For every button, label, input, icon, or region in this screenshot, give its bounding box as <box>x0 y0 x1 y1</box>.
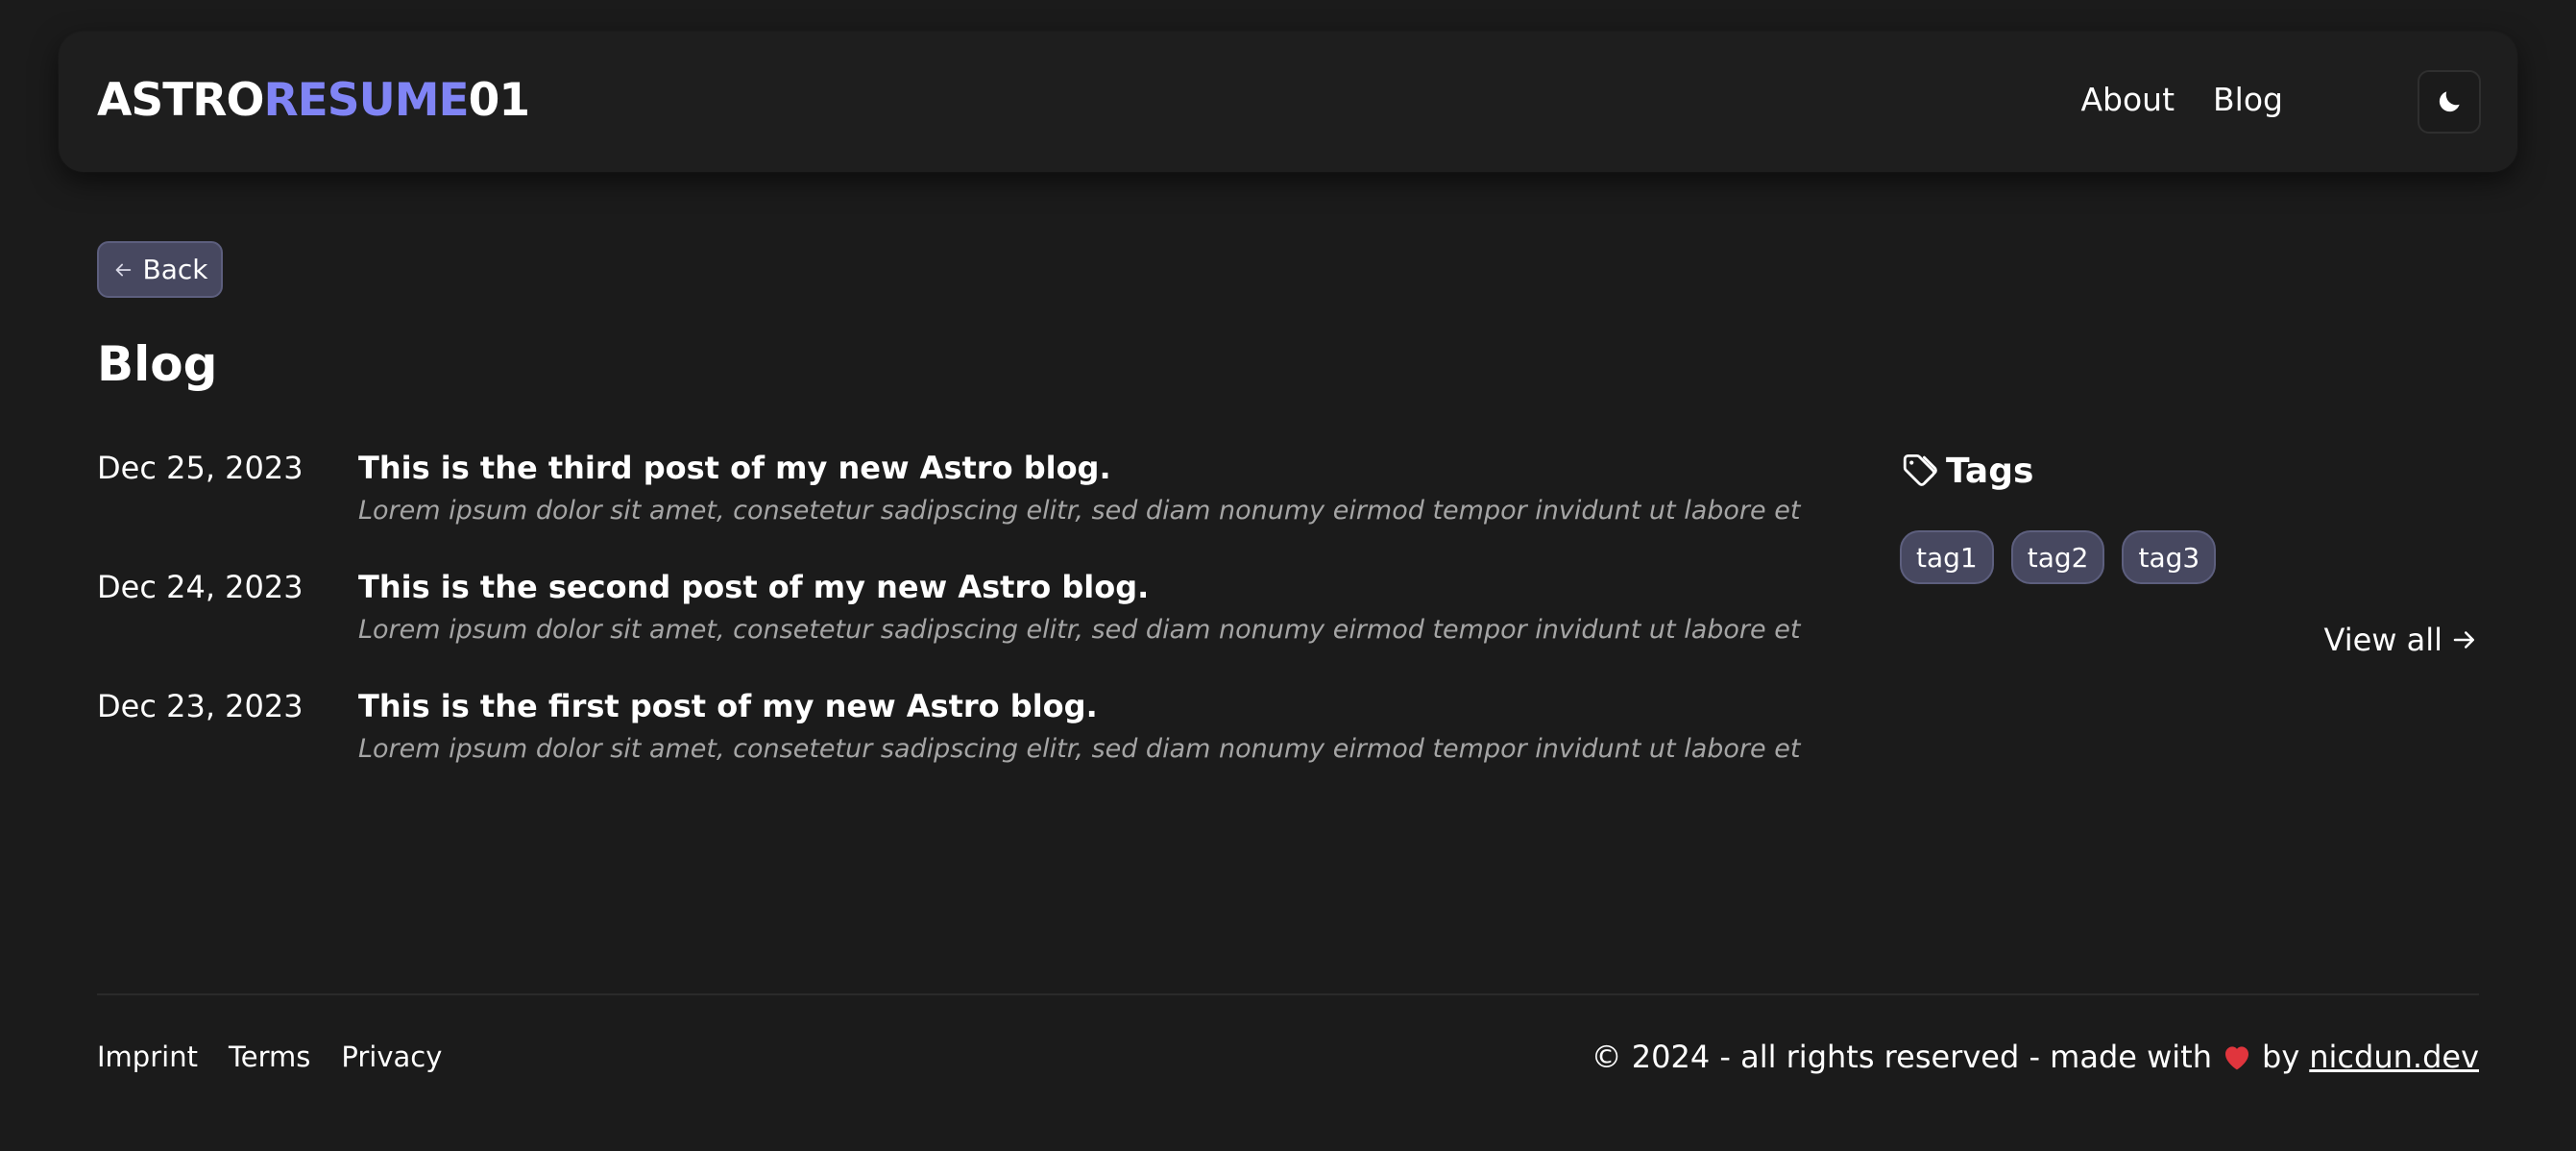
post-title[interactable]: This is the second post of my new Astro … <box>358 569 1149 605</box>
author-link[interactable]: nicdun.dev <box>2309 1041 2479 1072</box>
theme-toggle-button[interactable] <box>2418 70 2481 134</box>
logo-part-resume: RESUME <box>263 74 469 127</box>
post-item[interactable]: Dec 25, 2023 This is the third post of m… <box>97 450 1800 555</box>
tags-heading: Tags <box>1900 452 2033 492</box>
footer-links: Imprint Terms Privacy <box>97 1043 442 1071</box>
footer-privacy-link[interactable]: Privacy <box>341 1043 442 1071</box>
footer-terms-link[interactable]: Terms <box>229 1043 310 1071</box>
view-all-tags-link[interactable]: View all <box>2324 624 2480 655</box>
copyright-text: © 2024 - all rights reserved - made with <box>1591 1039 2212 1075</box>
tag-chip[interactable]: tag3 <box>2122 530 2217 584</box>
post-date: Dec 23, 2023 <box>97 688 304 724</box>
arrow-right-icon <box>2453 631 2474 649</box>
post-item[interactable]: Dec 23, 2023 This is the first post of m… <box>97 688 1800 794</box>
logo-part-number: 01 <box>468 74 530 127</box>
main-nav: About Blog <box>2080 84 2283 115</box>
back-button-label: Back <box>142 254 208 285</box>
footer-imprint-link[interactable]: Imprint <box>97 1043 198 1071</box>
logo-part-astro: ASTRO <box>97 74 264 127</box>
post-title[interactable]: This is the third post of my new Astro b… <box>358 450 1111 486</box>
view-all-label: View all <box>2323 622 2443 658</box>
post-title[interactable]: This is the first post of my new Astro b… <box>358 688 1098 724</box>
tag-list: tag1 tag2 tag3 <box>1900 530 2217 584</box>
tag-chip[interactable]: tag2 <box>2010 530 2105 584</box>
post-date: Dec 25, 2023 <box>97 450 304 486</box>
tags-heading-label: Tags <box>1946 452 2034 491</box>
page: ASTRORESUME01 About Blog Back Blog Dec 2… <box>0 0 2576 1151</box>
nav-blog-link[interactable]: Blog <box>2213 84 2283 115</box>
post-date: Dec 24, 2023 <box>97 569 304 605</box>
post-excerpt: Lorem ipsum dolor sit amet, consetetur s… <box>358 734 1801 764</box>
page-title: Blog <box>97 336 218 392</box>
tag-chip[interactable]: tag1 <box>1900 530 1994 584</box>
post-excerpt: Lorem ipsum dolor sit amet, consetetur s… <box>358 615 1801 645</box>
copyright-by: by <box>2262 1039 2300 1075</box>
copyright: © 2024 - all rights reserved - made with… <box>1592 1041 2479 1072</box>
post-excerpt: Lorem ipsum dolor sit amet, consetetur s… <box>358 496 1801 526</box>
heart-icon <box>2222 1042 2252 1071</box>
site-logo[interactable]: ASTRORESUME01 <box>97 78 530 123</box>
nav-about-link[interactable]: About <box>2080 84 2175 115</box>
back-button[interactable]: Back <box>97 241 223 298</box>
site-header: ASTRORESUME01 About Blog <box>59 32 2517 172</box>
arrow-left-icon <box>115 263 131 276</box>
tag-icon <box>1903 453 1937 486</box>
footer-divider <box>97 993 2479 995</box>
post-item[interactable]: Dec 24, 2023 This is the second post of … <box>97 569 1800 674</box>
moon-icon <box>2439 91 2460 112</box>
